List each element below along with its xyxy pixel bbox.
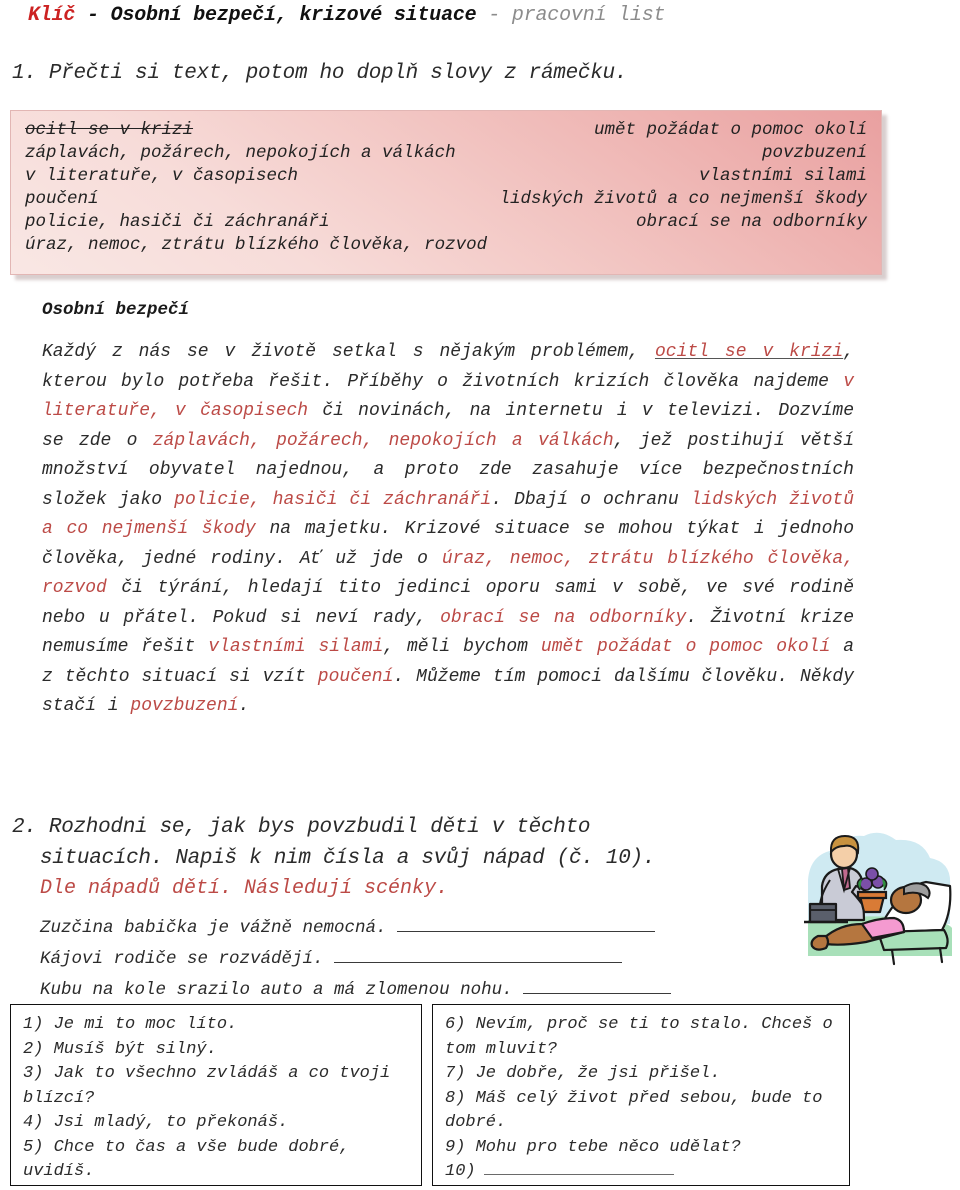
scenario-text: Kubu na kole srazilo auto a má zlomenou … <box>40 980 513 1000</box>
word-bank-item[interactable]: úraz, nemoc, ztrátu blízkého člověka, ro… <box>25 234 487 257</box>
reading-passage: Každý z nás se v životě setkal s nějakým… <box>42 338 854 722</box>
passage-text: . Dbají o ochranu <box>491 489 691 510</box>
word-bank-item[interactable]: umět požádat o pomoc okolí <box>594 119 867 142</box>
title-main-text: Osobní bezpečí, krizové situace <box>110 4 477 27</box>
filled-answer[interactable]: umět požádat o pomoc okolí <box>541 637 830 657</box>
task-2-instruction-line-1: 2. Rozhodni se, jak bys povzbudil děti v… <box>12 816 591 839</box>
task-2-answer-note: Dle nápadů dětí. Následují scénky. <box>40 877 449 900</box>
filled-answer[interactable]: obrací se na odborníky <box>440 608 686 628</box>
word-bank-row: ocitl se v krizi umět požádat o pomoc oko… <box>25 119 867 142</box>
word-bank-item[interactable]: záplavách, požárech, nepokojích a válkác… <box>25 142 456 165</box>
phrase-item[interactable]: 2) Musíš být silný. <box>23 1038 415 1063</box>
phrase-item[interactable]: 1) Je mi to moc líto. <box>23 1013 415 1038</box>
scenario-answer-line[interactable] <box>333 947 622 963</box>
passage-text: Každý z nás se v životě setkal s nějakým… <box>42 342 655 362</box>
phrase-item-blank[interactable]: 10) <box>445 1160 843 1185</box>
scenario-row: Zuzčina babička je vážně nemocná. <box>40 916 655 938</box>
passage-text: . <box>238 696 250 716</box>
phrase-item[interactable]: 9) Mohu pro tebe něco udělat? <box>445 1136 843 1161</box>
phrase-item-number: 10) <box>445 1162 476 1181</box>
filled-answer[interactable]: vlastními silami <box>208 637 383 657</box>
phrase-box-left: 1) Je mi to moc líto. 2) Musíš být silný.… <box>10 1004 422 1186</box>
filled-answer[interactable]: policie, hasiči či záchranáři <box>174 490 491 510</box>
task-1-instruction: 1. Přečti si text, potom ho doplň slovy … <box>12 62 628 85</box>
title-separator-1: - <box>75 4 111 27</box>
word-bank-item[interactable]: obrací se na odborníky <box>636 211 867 234</box>
page-title: Klíč - Osobní bezpečí, krizové situace -… <box>28 4 666 27</box>
passage-text: , měli bychom <box>383 637 541 657</box>
filled-answer[interactable]: poučení <box>318 667 394 687</box>
phrase-box-right: 6) Nevím, proč se ti to stalo. Chceš o t… <box>432 1004 850 1186</box>
word-bank-row: záplavách, požárech, nepokojích a válkác… <box>25 142 867 165</box>
word-bank-row: úraz, nemoc, ztrátu blízkého člověka, ro… <box>25 234 867 257</box>
word-bank-row: policie, hasiči či záchranáři obrací se n… <box>25 211 867 234</box>
word-bank-item[interactable]: poučení <box>25 188 99 211</box>
word-bank-row: poučení lidských životů a co nejmenší ško… <box>25 188 867 211</box>
task-2-instruction-line-2: situacích. Napiš k nim čísla a svůj nápa… <box>40 847 656 870</box>
title-key-word: Klíč <box>28 4 76 27</box>
phrase-item[interactable]: 6) Nevím, proč se ti to stalo. Chceš o t… <box>445 1013 843 1062</box>
word-bank-item[interactable]: v literatuře, v časopisech <box>25 165 298 188</box>
word-bank-item-used[interactable]: ocitl se v krizi <box>25 119 193 142</box>
phrase-item[interactable]: 8) Máš celý život před sebou, bude to do… <box>445 1087 843 1136</box>
scenario-text: Zuzčina babička je vážně nemocná. <box>40 918 387 938</box>
word-bank-row: v literatuře, v časopisech vlastními sila… <box>25 165 867 188</box>
phrase-item[interactable]: 3) Jak to všechno zvládáš a co tvoji blí… <box>23 1062 415 1111</box>
word-bank-item[interactable]: policie, hasiči či záchranáři <box>25 211 330 234</box>
title-separator-2: - <box>476 4 512 27</box>
word-bank-item[interactable]: vlastními silami <box>699 165 867 188</box>
scenario-row: Kubu na kole srazilo auto a má zlomenou … <box>40 978 671 1000</box>
scenario-answer-line[interactable] <box>522 978 671 994</box>
scenario-text: Kájovi rodiče se rozvádějí. <box>40 949 324 969</box>
task-2-instruction: 2. Rozhodni se, jak bys povzbudil děti v… <box>12 812 802 874</box>
phrase-item[interactable]: 7) Je dobře, že jsi přišel. <box>445 1062 843 1087</box>
word-bank-item[interactable]: lidských životů a co nejmenší škody <box>499 188 867 211</box>
scenario-answer-line[interactable] <box>396 916 655 932</box>
section-heading: Osobní bezpečí <box>42 300 190 320</box>
phrase-item[interactable]: 4) Jsi mladý, to překonáš. <box>23 1111 415 1136</box>
phrase-item[interactable]: 5) Chce to čas a vše bude dobré, uvidíš. <box>23 1136 415 1185</box>
word-bank-item[interactable]: povzbuzení <box>762 142 867 165</box>
filled-answer[interactable]: záplavách, požárech, nepokojích a válkác… <box>153 431 614 451</box>
word-bank-box: ocitl se v krizi umět požádat o pomoc oko… <box>10 110 882 275</box>
title-subtitle: pracovní list <box>511 4 666 27</box>
scenario-row: Kájovi rodiče se rozvádějí. <box>40 947 622 969</box>
filled-answer-underlined[interactable]: ocitl se v krizi <box>655 342 843 362</box>
filled-answer[interactable]: povzbuzení <box>130 696 238 716</box>
visitor-with-flowers-illustration <box>804 832 952 966</box>
phrase-blank-line[interactable] <box>483 1160 674 1175</box>
